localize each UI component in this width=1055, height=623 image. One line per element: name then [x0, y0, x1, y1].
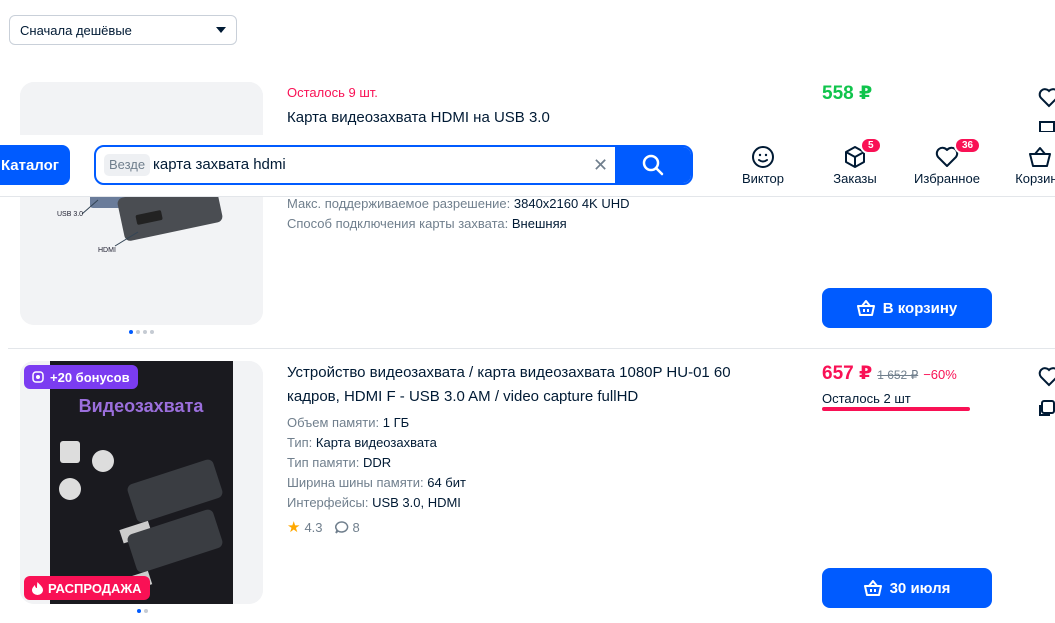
prop-value: Карта видеозахвата: [315, 435, 437, 450]
sale-badge: РАСПРОДАЖА: [24, 576, 150, 600]
prop-key: Способ подключения карты захвата:: [287, 216, 509, 231]
sort-select[interactable]: Сначала дешёвые: [9, 15, 237, 45]
nav-profile[interactable]: Виктор: [737, 143, 789, 186]
prop-key: Макс. поддерживаемое разрешение:: [287, 196, 511, 211]
star-icon: ★: [287, 519, 301, 536]
image-pager-dots[interactable]: [129, 330, 154, 334]
image-pager-dots[interactable]: [137, 609, 148, 613]
price: 558 ₽: [822, 83, 873, 104]
prop-value: Внешняя: [511, 216, 567, 231]
image-title: Видеозахвата: [79, 396, 205, 416]
basket-icon: [863, 580, 882, 596]
search-button[interactable]: [615, 147, 691, 183]
rating-row[interactable]: ★ 4.3 8: [287, 518, 360, 536]
compare-icon[interactable]: [1038, 399, 1055, 422]
search-icon: [642, 154, 664, 176]
basket-icon: [1029, 147, 1051, 167]
bonus-icon: [32, 371, 44, 383]
bonus-badge: +20 бонусов: [24, 365, 138, 389]
nav-label: Заказы: [833, 171, 877, 186]
prop-value: 3840x2160 4K UHD: [513, 196, 630, 211]
nav-orders[interactable]: 5 Заказы: [828, 137, 882, 186]
favorite-heart-icon[interactable]: [1038, 88, 1055, 113]
rating-value: 4.3: [304, 519, 323, 535]
product-props-1: Макс. поддерживаемое разрешение: 3840x21…: [287, 194, 630, 234]
bonus-label: +20 бонусов: [50, 369, 130, 385]
add-to-cart-label: В корзину: [882, 299, 958, 317]
stock-note: Осталось 9 шт.: [287, 85, 378, 100]
clear-search-icon[interactable]: ✕: [593, 155, 608, 175]
orders-badge: 5: [860, 137, 882, 154]
prop-value: 64 бит: [427, 475, 466, 490]
image-label-hdmi: HDMI: [98, 247, 116, 254]
prop-value: 1 ГБ: [382, 415, 410, 430]
title-line: Устройство видеозахвата / карта видеозах…: [287, 364, 731, 381]
basket-icon: [856, 300, 875, 316]
image-label-usb: USB 3.0: [57, 211, 83, 218]
search-input[interactable]: карта захвата hdmi: [153, 147, 286, 183]
nav-label: Избранное: [914, 171, 980, 186]
catalog-label: Каталог: [0, 156, 60, 174]
old-price: 1 652 ₽: [877, 368, 919, 382]
catalog-button[interactable]: Каталог: [0, 145, 70, 185]
discount: −60%: [923, 367, 957, 382]
nav-label: Корзина: [1015, 171, 1055, 186]
price: 657 ₽: [822, 363, 873, 384]
reviews-count: 8: [352, 519, 360, 535]
nav-cart[interactable]: Корзина: [1010, 143, 1055, 186]
nav-favorites[interactable]: 36 Избранное: [910, 137, 984, 186]
product-image-2[interactable]: Видеозахвата: [20, 361, 263, 604]
nav-label: Виктор: [741, 171, 785, 186]
prop-value: USB 3.0, HDMI: [372, 495, 461, 510]
sale-label: РАСПРОДАЖА: [48, 580, 142, 596]
delivery-date-label: 30 июля: [889, 579, 951, 597]
favorites-badge: 36: [954, 137, 982, 154]
prop-key: Тип:: [287, 435, 313, 450]
profile-icon: [752, 146, 774, 168]
favorite-heart-icon[interactable]: [1038, 367, 1055, 392]
add-to-cart-button[interactable]: В корзину: [822, 288, 992, 328]
prop-key: Объем памяти:: [287, 415, 380, 430]
product-title[interactable]: Устройство видеозахвата / карта видеозах…: [287, 361, 731, 409]
divider: [8, 348, 1055, 349]
product-image-1[interactable]: USB 3.0 HDMI: [20, 82, 263, 325]
capture-card-image: USB 3.0 HDMI: [20, 82, 263, 325]
capture-device-image: Видеозахвата: [20, 361, 263, 604]
search-scope-select[interactable]: Везде: [104, 154, 151, 176]
prop-key: Тип памяти:: [287, 455, 360, 470]
comment-icon: [334, 520, 348, 534]
search-bar: Везде карта захвата hdmi ✕: [94, 145, 693, 185]
title-line: кадров, HDMI F - USB 3.0 AM / video capt…: [287, 388, 639, 405]
chevron-down-icon: [216, 27, 226, 33]
fire-icon: [32, 581, 43, 595]
sort-label: Сначала дешёвые: [20, 22, 132, 38]
prop-key: Интерфейсы:: [287, 495, 369, 510]
stock-note: Осталось 2 шт: [822, 391, 911, 406]
stock-bar: [822, 407, 970, 411]
product-title[interactable]: Карта видеозахвата HDMI на USB 3.0: [287, 106, 550, 130]
price-row: 657 ₽ 1 652 ₽ −60%: [822, 362, 957, 385]
sticky-header: Каталог Везде карта захвата hdmi ✕ Викто…: [0, 135, 1055, 197]
prop-key: Ширина шины памяти:: [287, 475, 424, 490]
prop-value: DDR: [362, 455, 392, 470]
product-props-2: Объем памяти: 1 ГБ Тип: Карта видеозахва…: [287, 413, 466, 513]
delivery-date-button[interactable]: 30 июля: [822, 568, 992, 608]
